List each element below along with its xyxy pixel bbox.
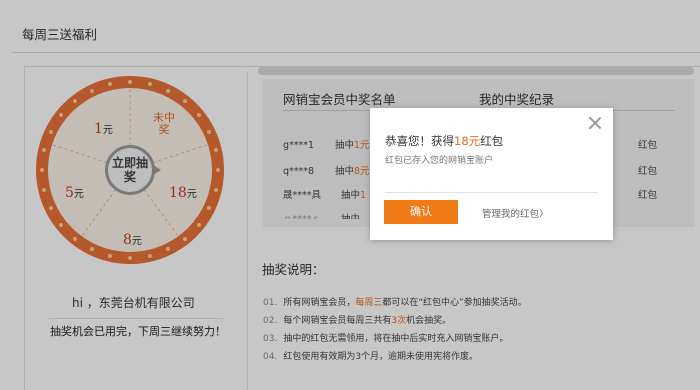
modal-subtitle: 红包已存入您的网销宝账户 [385, 156, 494, 166]
close-icon[interactable] [588, 116, 602, 130]
modal-title: 恭喜您！获得18元红包 [385, 134, 504, 148]
prize-modal: 恭喜您！获得18元红包 红包已存入您的网销宝账户 确认 管理我的红包〉 [370, 108, 613, 240]
modal-divider [385, 192, 598, 193]
manage-red-packet-link[interactable]: 管理我的红包〉 [482, 206, 549, 220]
confirm-button[interactable]: 确认 [384, 200, 458, 224]
